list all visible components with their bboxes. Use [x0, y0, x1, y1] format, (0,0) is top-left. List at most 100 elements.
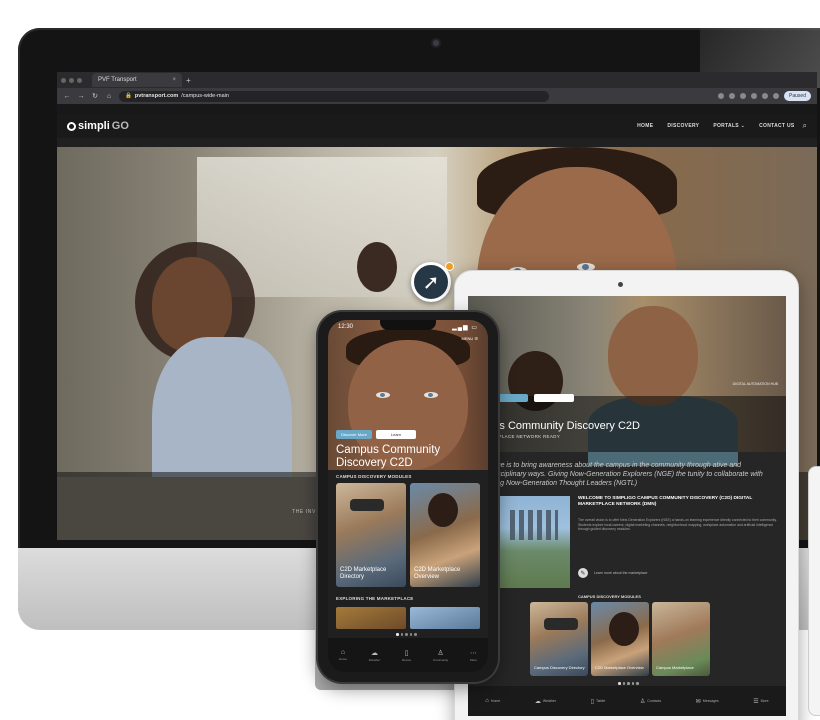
module-card[interactable]: Campus Marketplace — [652, 602, 710, 676]
tablet-tab-home[interactable]: ⌂ Home — [485, 698, 500, 704]
tablet-tab-bar: ⌂ Home ☁ Weather ▯ Tablet ♙ Contacts ✉ Messag… — [468, 686, 786, 716]
module-card-label: Campus Discovery Directory — [534, 665, 585, 671]
tab-label: Tablet — [595, 699, 606, 703]
logo-text: simpli — [78, 120, 110, 132]
tablet-tab-contacts[interactable]: ♙ Contacts — [640, 698, 661, 705]
arrow-icon: ➚ — [422, 271, 440, 294]
tablet-tab-more[interactable]: ☰ More — [753, 698, 768, 705]
tablet-primary-button[interactable] — [498, 394, 528, 402]
phone-primary-button[interactable]: Discover More — [336, 430, 372, 439]
site-header: simpli GO HOME DISCOVERY PORTALS ⌄ CONTAC… — [57, 114, 817, 138]
tab-label: Community — [432, 657, 449, 662]
notification-dot — [445, 262, 454, 271]
more-icon: ⋯ — [470, 649, 478, 657]
explore-card[interactable] — [336, 607, 406, 629]
site-top-strip — [57, 104, 817, 114]
lock-icon: 🔒 — [125, 93, 132, 99]
home-icon: ⌂ — [485, 698, 489, 704]
phone-tab-device[interactable]: ▯ Device — [402, 649, 411, 662]
extension-icon[interactable] — [751, 93, 758, 99]
module-card[interactable]: C2D Marketplace Overview — [591, 602, 649, 676]
hero-caption: THE INV — [292, 509, 316, 515]
phone-tab-home[interactable]: ⌂ Home — [339, 649, 347, 661]
extension-icon[interactable] — [740, 93, 747, 99]
cloud-icon: ☁ — [370, 649, 378, 657]
device-icon: ▯ — [404, 649, 409, 657]
person-icon: ♙ — [437, 649, 444, 657]
tablet-tag: DIGITAL AUTOMATION HUB — [732, 382, 778, 386]
puzzle-icon[interactable] — [773, 93, 780, 99]
nav-discovery[interactable]: DISCOVERY — [667, 123, 699, 129]
browser-tab[interactable]: PVF Transport × — [92, 73, 182, 87]
module-card[interactable]: C2D Marketplace Directory — [336, 483, 406, 587]
tablet-learn-link[interactable]: ✎ Learn more about the marketplace — [578, 568, 648, 578]
explore-card[interactable] — [410, 607, 480, 629]
module-card[interactable]: C2D Marketplace Overview — [410, 483, 480, 587]
menu-icon: ☰ — [753, 698, 759, 705]
tablet-carousel-dots[interactable] — [618, 682, 639, 685]
signal-battery-icon: ▂▄▆ ▭ — [452, 324, 478, 331]
tab-label: More — [470, 657, 477, 662]
phone-module-cards: C2D Marketplace Directory C2D Marketplac… — [336, 483, 480, 587]
extension-icon[interactable] — [762, 93, 769, 99]
tablet-tab-device[interactable]: ▯ Tablet — [591, 698, 606, 705]
tab-label: Device — [401, 657, 412, 662]
window-controls[interactable] — [61, 77, 82, 83]
back-button[interactable]: ← — [63, 93, 71, 100]
status-time: 12:30 — [338, 324, 354, 330]
url-path: /campus-wide-main — [181, 93, 229, 99]
logo-icon — [67, 121, 76, 131]
tablet-module-cards: Campus Discovery Directory C2D Marketpla… — [530, 602, 710, 676]
tablet-modules-heading: CAMPUS DISCOVERY MODULES — [578, 594, 641, 599]
address-bar[interactable]: 🔒 pvtransport.com /campus-wide-main — [119, 90, 549, 102]
forward-button[interactable]: → — [77, 93, 85, 100]
tablet-tab-messages[interactable]: ✉ Messages — [696, 698, 719, 705]
extensions-area: Paused — [718, 91, 811, 101]
phone-tab-weather[interactable]: ☁ Weather — [369, 649, 380, 662]
phone-modules-heading: CAMPUS DISCOVERY MODULES — [336, 474, 412, 479]
phone-menu-button[interactable]: MENU ☰ — [462, 336, 478, 341]
phone-tab-more[interactable]: ⋯ More — [470, 649, 477, 662]
phone-carousel-dots[interactable] — [396, 633, 417, 636]
partial-device-edge — [808, 466, 820, 716]
module-card-label: C2D Marketplace Overview — [595, 665, 644, 671]
tablet-tab-weather[interactable]: ☁ Weather — [535, 698, 556, 705]
share-icon[interactable] — [718, 93, 725, 99]
browser-toolbar: ← → ↻ ⌂ 🔒 pvtransport.com /campus-wide-m… — [57, 88, 817, 104]
device-icon: ▯ — [590, 698, 594, 705]
profile-button[interactable]: Paused — [784, 91, 811, 101]
star-icon[interactable] — [729, 93, 736, 99]
new-tab-button[interactable]: + — [186, 76, 191, 85]
phone-secondary-button[interactable]: Learn — [376, 430, 416, 439]
pencil-icon: ✎ — [578, 568, 588, 578]
tab-label: More — [760, 699, 769, 703]
tab-close-icon[interactable]: × — [172, 77, 176, 83]
phone-screen: 12:30 ▂▄▆ ▭ MENU ☰ Discover More Learn C… — [328, 320, 488, 672]
learn-link-text: Learn more about the marketplace — [594, 571, 648, 575]
webcam — [431, 38, 441, 48]
person-icon: ♙ — [639, 698, 646, 705]
tablet-body-text: The overall vision is to offer Next-Gene… — [578, 518, 777, 532]
tablet-welcome-heading: WELCOME TO SIMPLIGO CAMPUS COMMUNITY DIS… — [578, 496, 753, 508]
reload-button[interactable]: ↻ — [91, 92, 99, 100]
module-card-label: C2D Marketplace Directory — [340, 567, 387, 581]
module-card[interactable]: Campus Discovery Directory — [530, 602, 588, 676]
nav-contact[interactable]: CONTACT US — [759, 123, 794, 129]
phone-notch — [380, 320, 436, 330]
nav-portals[interactable]: PORTALS ⌄ — [713, 123, 745, 129]
tablet-screen: DIGITAL AUTOMATION HUB mpus Community Di… — [468, 296, 786, 716]
search-icon[interactable]: ⌕ — [803, 121, 807, 131]
nav-home[interactable]: HOME — [637, 123, 653, 129]
logo-suffix: GO — [111, 120, 129, 132]
tablet-secondary-button[interactable] — [534, 394, 574, 402]
tab-label: Contacts — [647, 699, 662, 703]
phone-tab-community[interactable]: ♙ Community — [433, 649, 448, 662]
home-icon: ⌂ — [340, 649, 346, 656]
device-mockup-scene: PVF Transport × + ← → ↻ ⌂ 🔒 pvtransport.… — [0, 0, 820, 720]
city-skyline-image — [498, 496, 570, 588]
tablet-title: mpus Community Discovery C2D — [478, 420, 640, 432]
home-button[interactable]: ⌂ — [105, 93, 113, 100]
site-logo[interactable]: simpli GO — [67, 120, 129, 132]
site-nav: HOME DISCOVERY PORTALS ⌄ CONTACT US — [637, 123, 794, 129]
tablet-mission-quote: hallenge is to bring awareness about the… — [478, 462, 763, 487]
